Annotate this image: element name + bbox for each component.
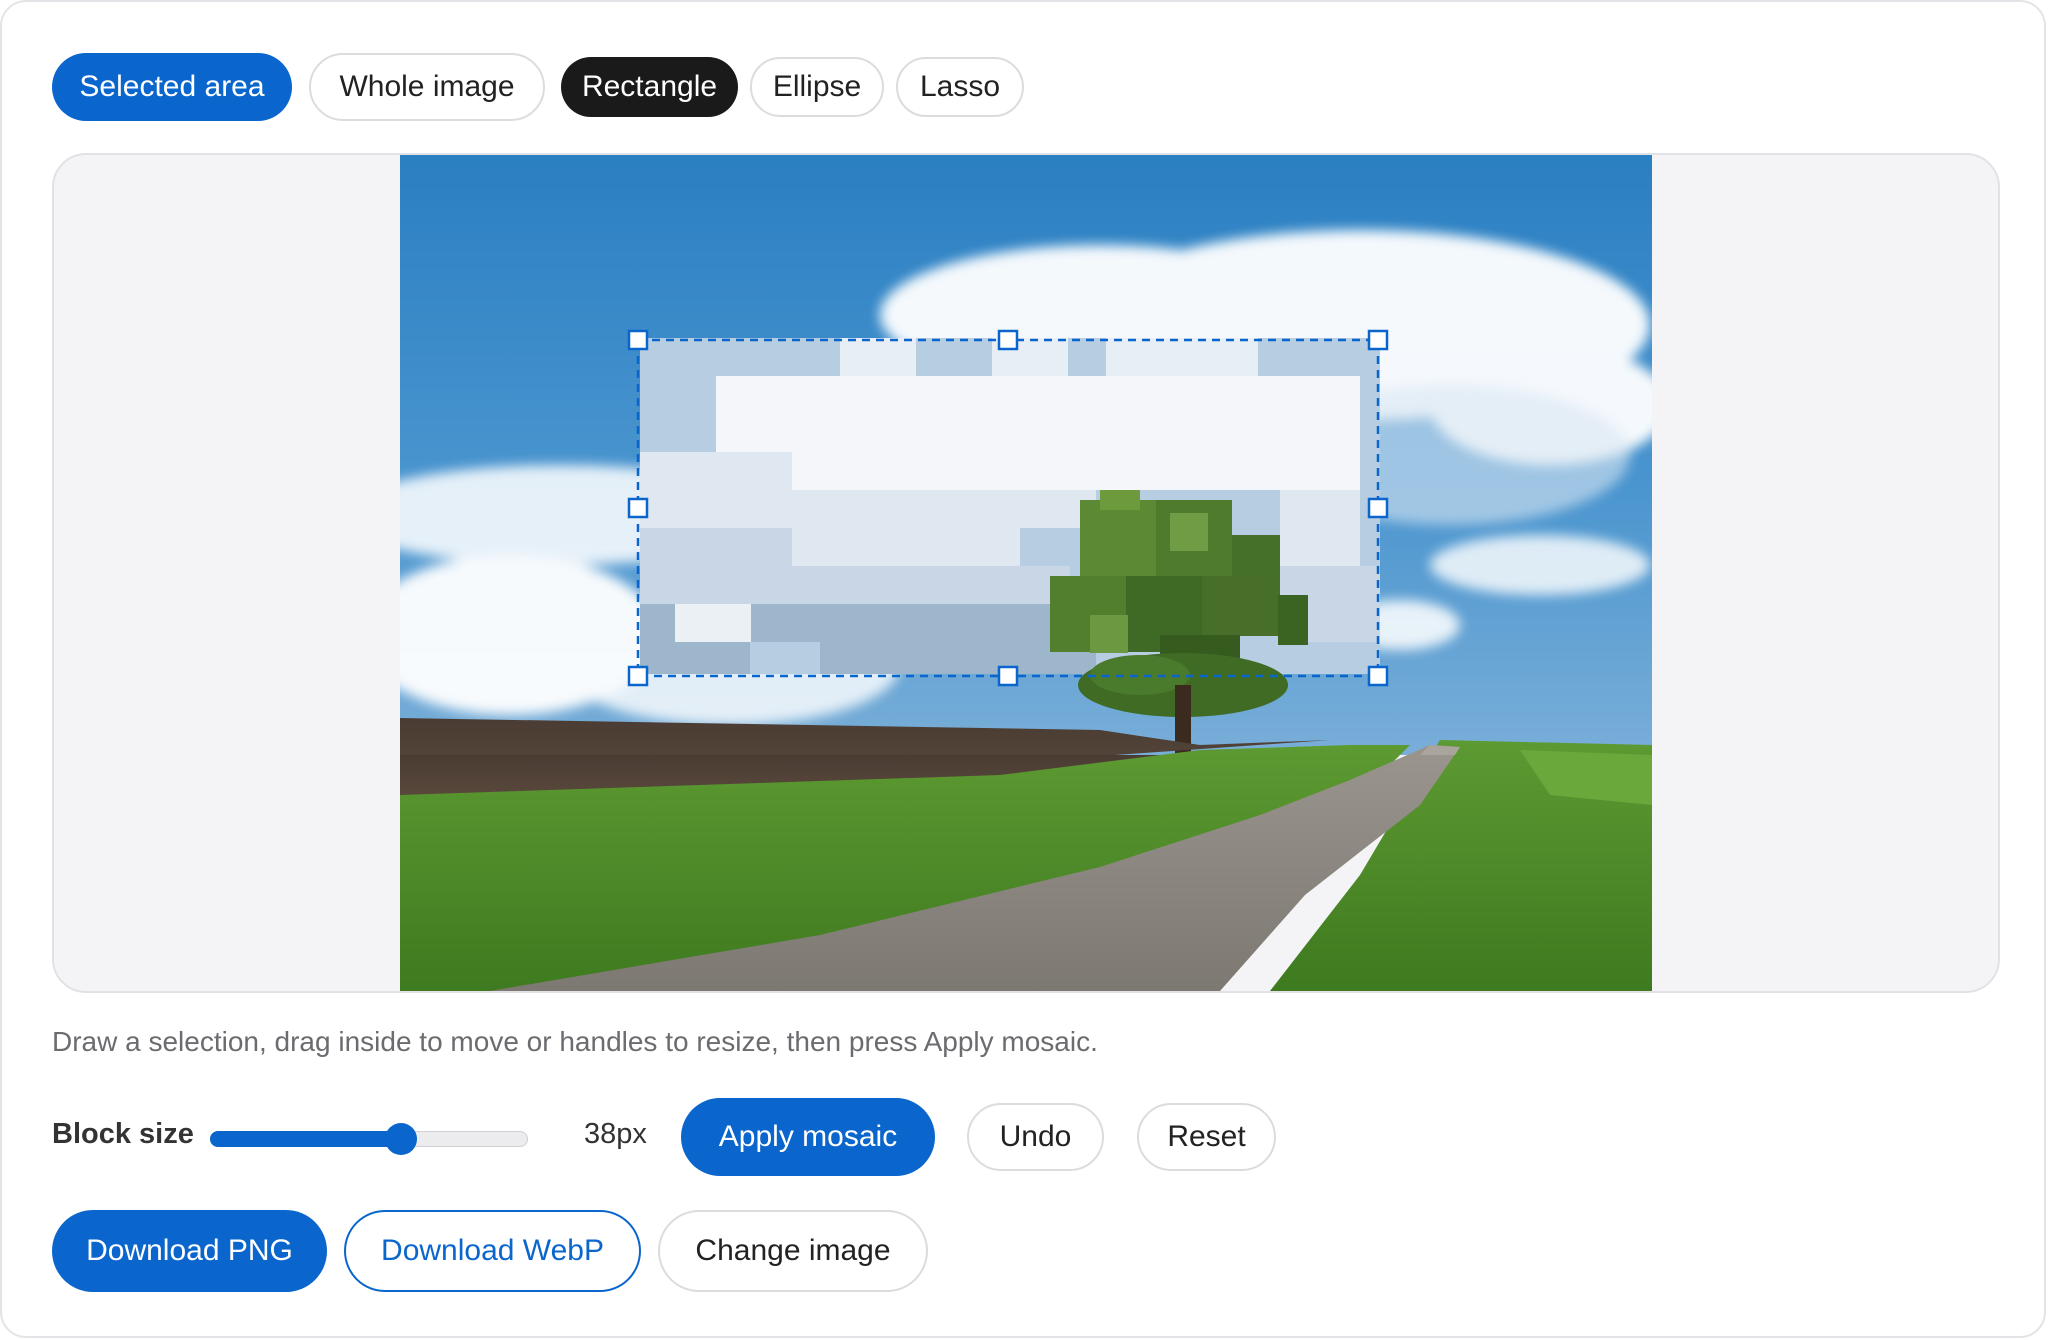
resize-handle-right bbox=[1367, 497, 1389, 519]
resize-handle-top-right bbox=[1367, 329, 1389, 351]
block-size-value: 38px bbox=[584, 1118, 647, 1150]
block-size-label: Block size bbox=[52, 1118, 194, 1150]
selection-rectangle[interactable] bbox=[400, 155, 1652, 991]
block-size-slider[interactable] bbox=[210, 1122, 528, 1155]
download-webp-button[interactable]: Download WebP bbox=[344, 1210, 641, 1292]
mode-whole-image-button[interactable]: Whole image bbox=[309, 53, 545, 121]
shape-lasso-button[interactable]: Lasso bbox=[896, 57, 1024, 117]
apply-mosaic-button[interactable]: Apply mosaic bbox=[681, 1098, 935, 1176]
resize-handle-left bbox=[627, 497, 649, 519]
resize-handle-top-left bbox=[627, 329, 649, 351]
shape-rectangle-button[interactable]: Rectangle bbox=[561, 57, 738, 117]
resize-handle-bottom bbox=[997, 665, 1019, 687]
reset-button[interactable]: Reset bbox=[1137, 1103, 1276, 1171]
slider-thumb[interactable] bbox=[384, 1123, 417, 1155]
undo-button[interactable]: Undo bbox=[967, 1103, 1104, 1171]
editor-card: Selected area Whole image Rectangle Elli… bbox=[0, 0, 2046, 1338]
resize-handle-top bbox=[997, 329, 1019, 351]
mode-selected-area-button[interactable]: Selected area bbox=[52, 53, 292, 121]
change-image-button[interactable]: Change image bbox=[658, 1210, 928, 1292]
shape-ellipse-button[interactable]: Ellipse bbox=[750, 57, 884, 117]
resize-handle-bottom-left bbox=[627, 665, 649, 687]
instructions-text: Draw a selection, drag inside to move or… bbox=[52, 1026, 1098, 1057]
slider-fill bbox=[210, 1131, 401, 1147]
download-png-button[interactable]: Download PNG bbox=[52, 1210, 327, 1292]
resize-handle-bottom-right bbox=[1367, 665, 1389, 687]
